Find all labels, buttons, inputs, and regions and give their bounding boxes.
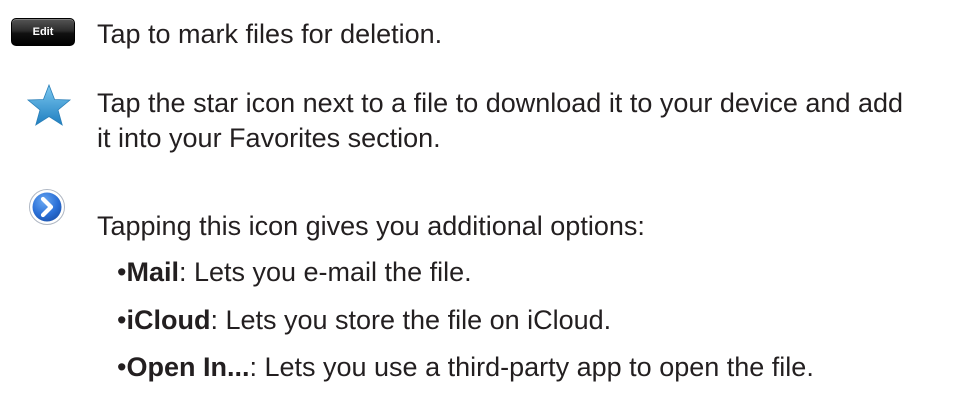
option-term: iCloud [126, 305, 211, 335]
star-icon [26, 83, 72, 126]
option-desc: : Lets you store the file on iCloud. [210, 305, 612, 335]
option-open-in: •Open In...: Lets you use a third-party … [117, 350, 814, 384]
star-description-line2: it into your Favorites section. [97, 123, 441, 153]
options-intro: Tapping this icon gives you additional o… [97, 211, 645, 241]
option-term: Open In... [126, 352, 250, 382]
edit-button[interactable]: Edit [11, 18, 75, 46]
option-term: Mail [126, 257, 179, 287]
option-icloud: •iCloud: Lets you store the file on iClo… [117, 303, 611, 337]
option-desc: : Lets you e-mail the file. [178, 257, 472, 287]
edit-description: Tap to mark files for deletion. [97, 19, 443, 49]
disclosure-arrow-icon [29, 189, 65, 225]
option-mail: •Mail: Lets you e-mail the file. [117, 255, 472, 289]
option-desc: : Lets you use a third-party app to open… [249, 352, 814, 382]
star-description-line1: Tap the star icon next to a file to down… [97, 88, 904, 118]
